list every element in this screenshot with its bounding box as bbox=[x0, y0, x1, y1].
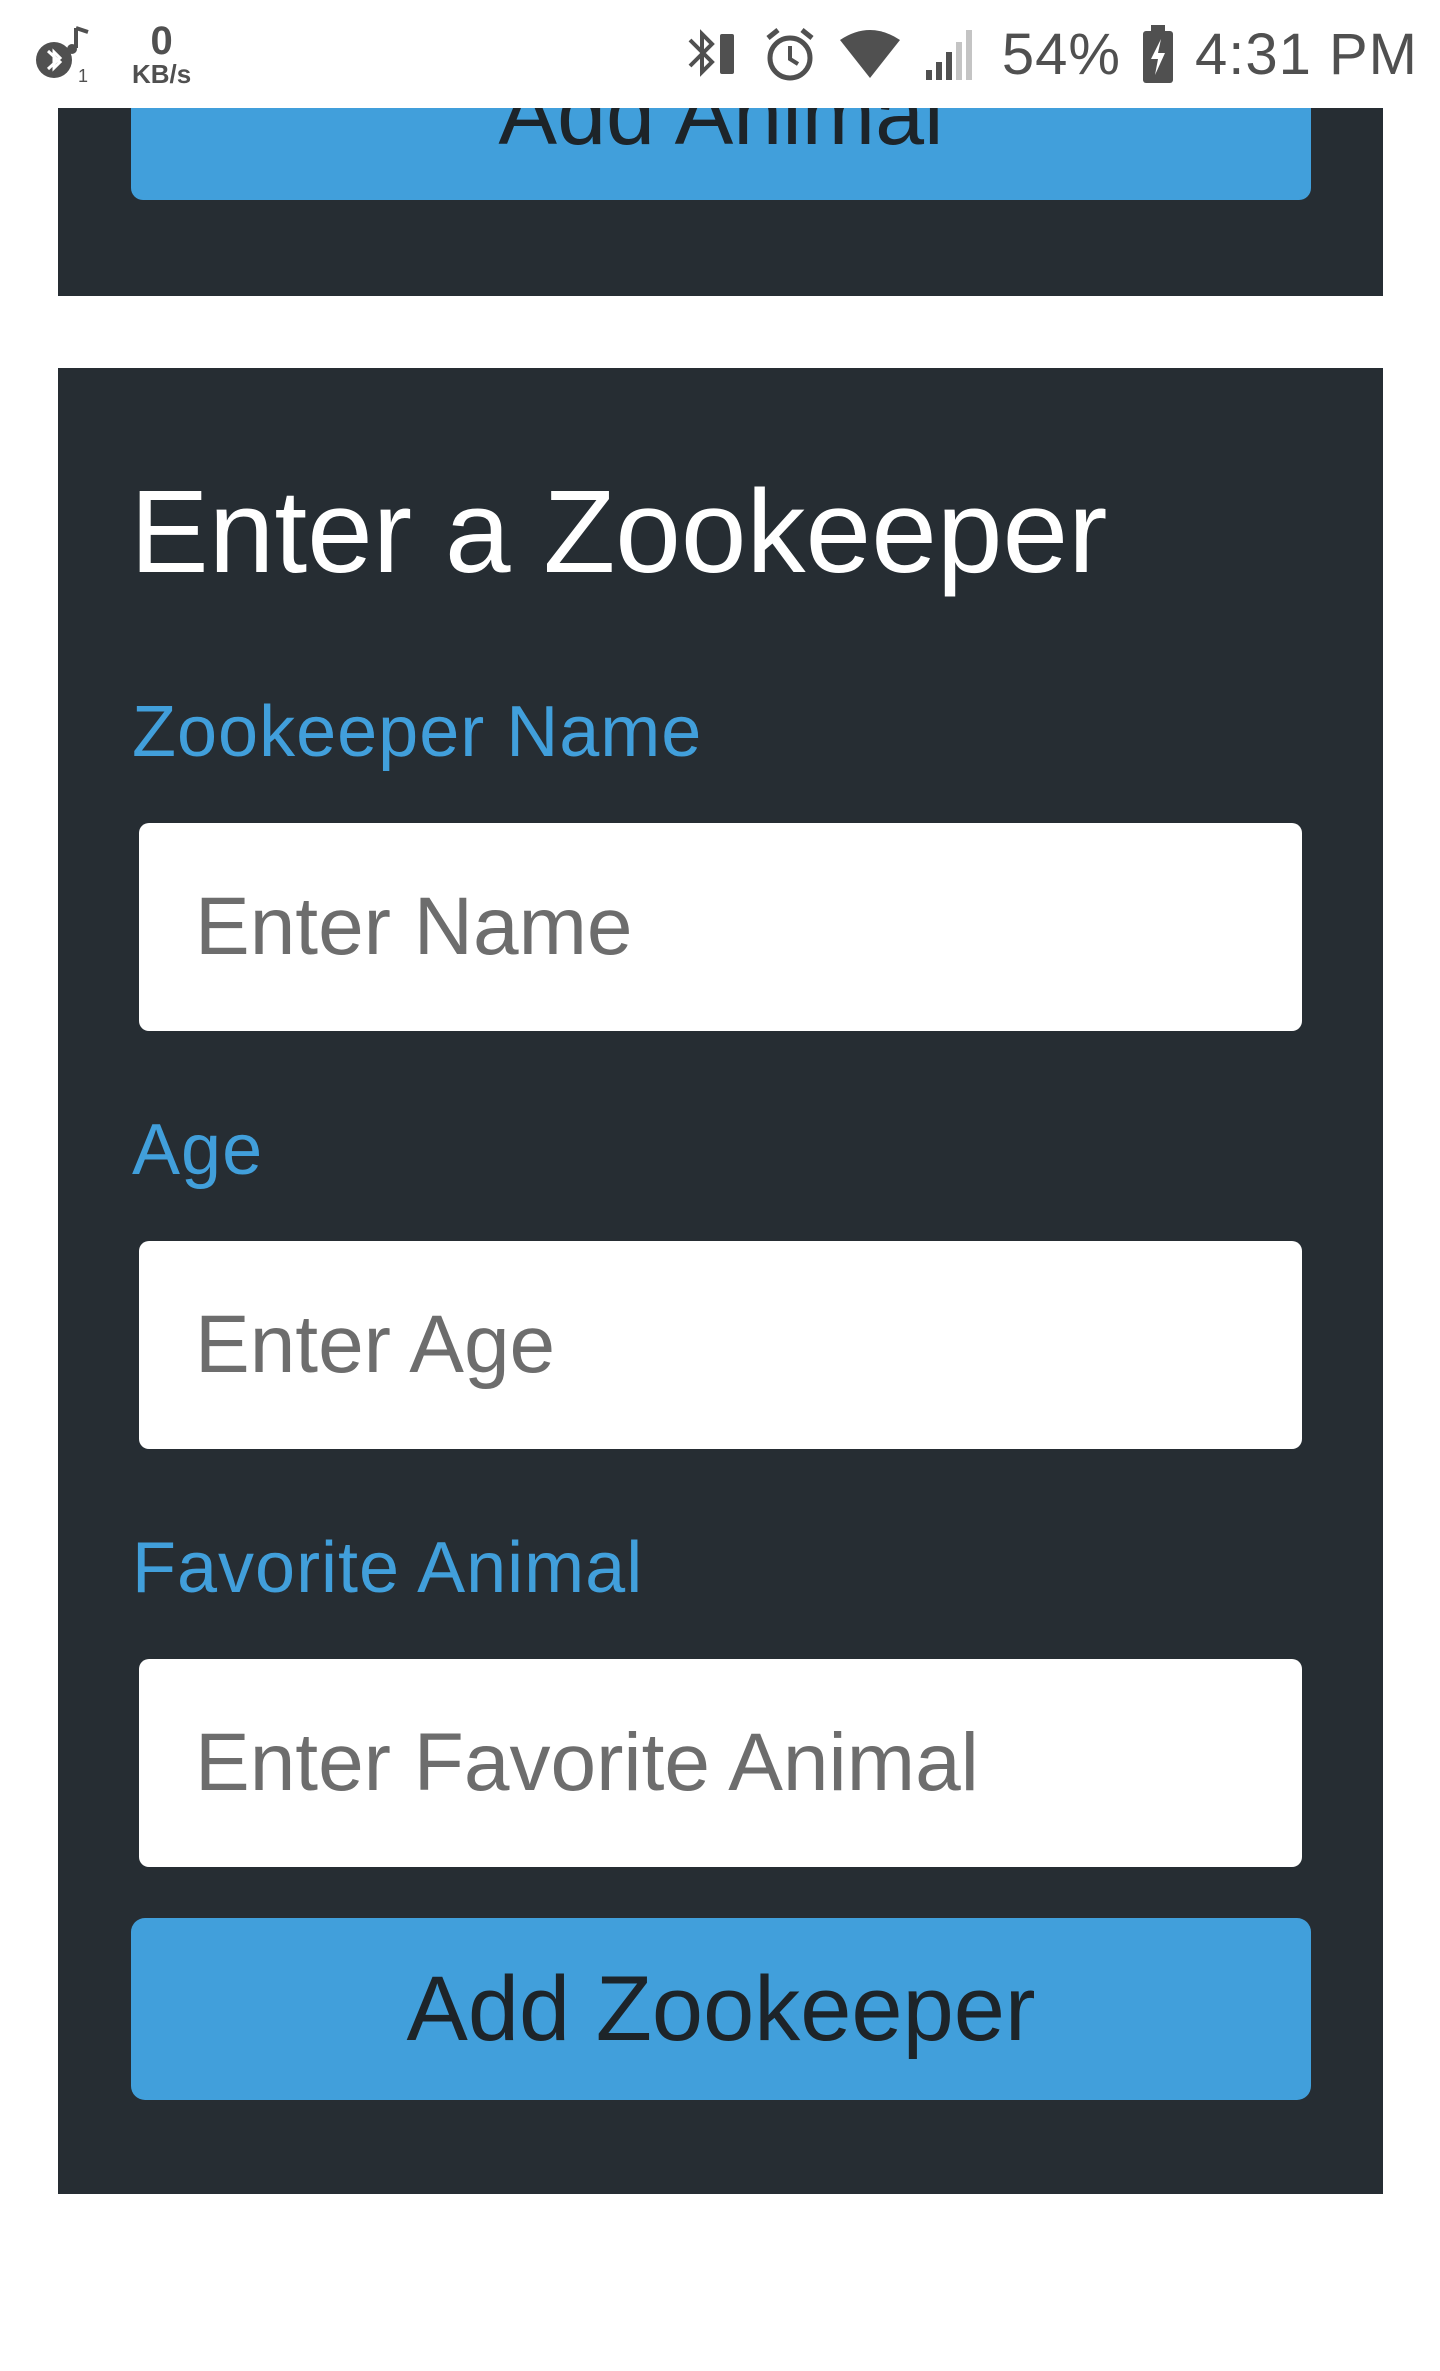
battery-percent: 54% bbox=[1001, 21, 1121, 87]
wifi-icon bbox=[838, 26, 902, 82]
network-speed-unit: KB/s bbox=[132, 59, 192, 89]
status-left: 1 0 KB/s bbox=[32, 14, 191, 94]
clock: 4:31 PM bbox=[1195, 21, 1418, 87]
age-input[interactable] bbox=[139, 1241, 1302, 1449]
alarm-icon bbox=[762, 24, 818, 84]
bluetooth-music-icon: 1 bbox=[32, 22, 96, 86]
form-title: Enter a Zookeeper bbox=[130, 466, 1108, 598]
bluetooth-icon bbox=[682, 24, 742, 84]
status-right: 54% 4:31 PM bbox=[682, 12, 1418, 96]
screen: Add Animal 1 0 KB/s 54% 4:31 PM Enter a … bbox=[0, 0, 1440, 2371]
add-zookeeper-button[interactable]: Add Zookeeper bbox=[131, 1918, 1311, 2100]
signal-icon bbox=[922, 24, 982, 84]
zookeeper-form-card: Enter a Zookeeper Zookeeper Name Age Fav… bbox=[58, 368, 1383, 2194]
network-speed: 0 KB/s bbox=[132, 21, 191, 87]
favorite-animal-label: Favorite Animal bbox=[132, 1528, 644, 1608]
battery-charging-icon bbox=[1141, 23, 1175, 85]
zookeeper-name-input[interactable] bbox=[139, 823, 1302, 1031]
zookeeper-name-label: Zookeeper Name bbox=[132, 692, 703, 772]
age-label: Age bbox=[132, 1110, 264, 1190]
status-bar: 1 0 KB/s 54% 4:31 PM bbox=[0, 0, 1440, 108]
network-speed-value: 0 bbox=[150, 19, 173, 63]
favorite-animal-input[interactable] bbox=[139, 1659, 1302, 1867]
svg-text:1: 1 bbox=[78, 66, 88, 86]
